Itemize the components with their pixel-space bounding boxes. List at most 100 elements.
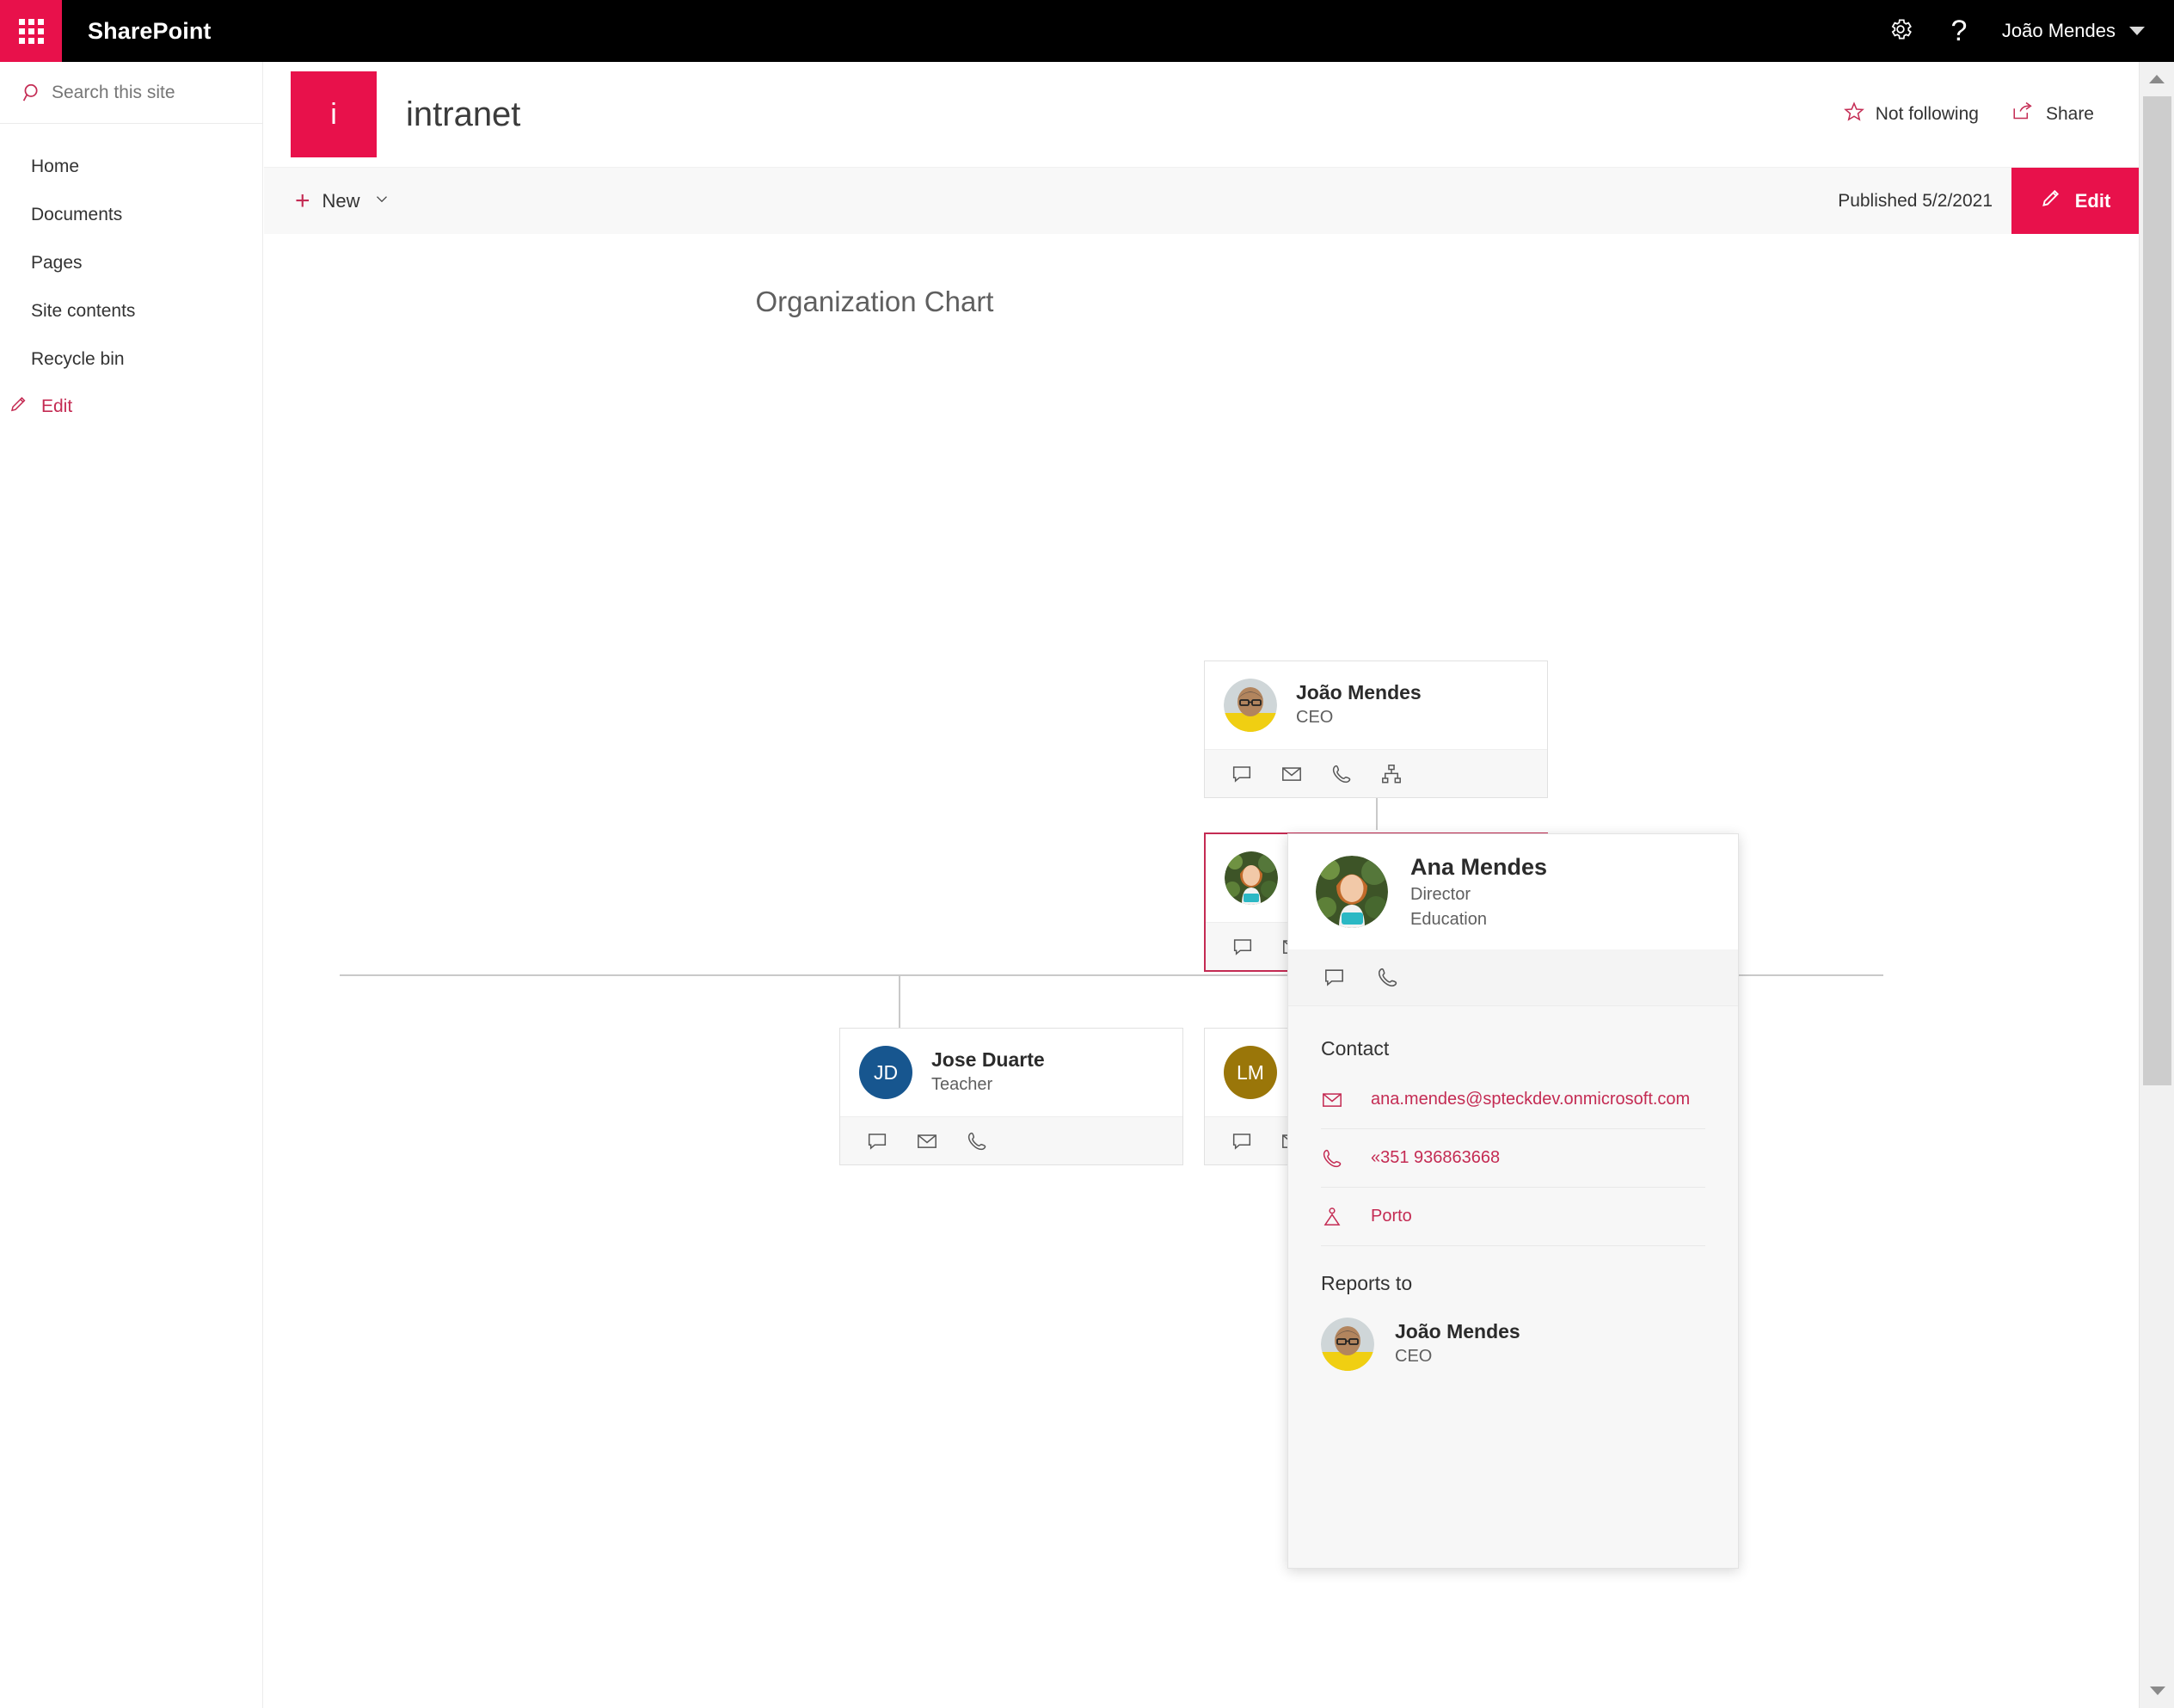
webpart-title: Organization Chart [755,286,994,317]
manager-name: João Mendes [1395,1319,1520,1342]
site-logo[interactable]: i [291,71,377,157]
new-button[interactable]: + New [264,168,414,235]
nav-label: Pages [31,253,83,273]
person-name: Jose Duarte [931,1048,1045,1071]
mail-icon [1321,1089,1350,1111]
site-header: i intranet Not following Share [264,62,2139,167]
nav-label: Recycle bin [31,349,125,369]
not-following-button[interactable]: Not following [1843,101,1979,128]
share-button[interactable]: Share [2011,101,2094,128]
person-role: Teacher [931,1075,993,1095]
scroll-up-button[interactable] [2140,62,2174,96]
phone-icon[interactable] [1360,949,1414,1006]
gear-icon [1888,16,1913,46]
sidebar-item-recycle-bin[interactable]: Recycle bin [0,335,262,384]
org-node-body: João Mendes CEO [1205,661,1547,749]
manager-text: João Mendes CEO [1395,1319,1520,1370]
avatar-initials: JD [873,1060,899,1084]
waffle-icon [18,18,44,44]
orgchart-icon[interactable] [1366,750,1416,798]
avatar [1321,1318,1374,1371]
command-bar: + New Published 5/2/2021 Edit [264,167,2139,235]
page-canvas: Organization Chart João Mendes CEO JD Jo… [264,234,2139,1708]
page-title[interactable]: intranet [406,95,520,134]
sidebar-edit-nav-button[interactable]: Edit [0,384,262,430]
persona-detail-card: Ana Mendes Director Education Contact an [1287,833,1739,1569]
person-role: CEO [1296,708,1334,728]
suite-bar-right: ? João Mendes [1871,0,2174,62]
sharepoint-brand-link[interactable]: SharePoint [88,18,212,45]
user-account-menu[interactable]: João Mendes [1988,0,2155,62]
chevron-up-icon [2149,75,2165,83]
help-button[interactable]: ? [1930,0,1988,62]
new-label: New [322,189,360,212]
chat-icon[interactable] [1307,949,1360,1006]
phone-icon [1321,1147,1350,1170]
contact-phone-row[interactable]: «351 936863668 [1321,1129,1705,1188]
vertical-scrollbar[interactable] [2139,62,2174,1708]
photo-joao [1321,1318,1374,1371]
chat-icon[interactable] [1217,1117,1267,1165]
sidebar-item-pages[interactable]: Pages [0,239,262,287]
persona-role: Director [1410,885,1471,905]
contact-location-row[interactable]: Porto [1321,1188,1705,1246]
photo-ana [1316,856,1388,928]
chat-icon[interactable] [852,1117,902,1165]
persona-name: Ana Mendes [1410,853,1548,880]
contact-email-value: ana.mendes@spteckdev.onmicrosoft.com [1371,1090,1691,1109]
reports-to-heading: Reports to [1321,1272,1413,1294]
nav-label: Site contents [31,301,136,321]
not-following-label: Not following [1875,104,1979,124]
avatar: JD [859,1046,912,1099]
contact-heading: Contact [1321,1037,1390,1060]
site-logo-letter: i [330,97,337,131]
search-input[interactable]: Search this site [0,62,262,124]
org-node-text: João Mendes CEO [1296,680,1422,731]
edit-nav-label: Edit [41,396,73,416]
person-name: João Mendes [1296,680,1422,703]
sidebar-item-home[interactable]: Home [0,143,262,191]
contact-email-row[interactable]: ana.mendes@spteckdev.onmicrosoft.com [1321,1071,1705,1129]
suite-bar: SharePoint ? João Mendes [0,0,2174,62]
org-node-card[interactable]: João Mendes CEO [1204,660,1548,798]
nav-label: Documents [31,205,123,224]
mail-icon[interactable] [902,1117,952,1165]
avatar [1316,856,1388,928]
share-icon [2011,101,2036,128]
question-mark-icon: ? [1950,15,1968,47]
scrollbar-thumb[interactable] [2143,96,2171,1085]
mail-icon[interactable] [1267,750,1317,798]
published-status: Published 5/2/2021 [1838,190,1993,211]
persona-header-text: Ana Mendes Director Education [1410,851,1547,932]
nav-item-list: Home Documents Pages Site contents Recyc… [0,124,262,430]
location-icon [1321,1206,1350,1228]
persona-action-bar [1288,949,1738,1006]
org-node-actions [840,1116,1182,1164]
org-node-text: Jose Duarte Teacher [931,1048,1045,1098]
org-node-card[interactable]: JD Jose Duarte Teacher [839,1028,1183,1165]
avatar [1225,851,1278,905]
org-node-actions [1205,749,1547,797]
command-bar-right: Published 5/2/2021 Edit [1838,167,2139,235]
avatar: LM [1224,1046,1277,1099]
photo-ana [1225,851,1278,905]
scroll-down-button[interactable] [2140,1674,2174,1708]
app-launcher-button[interactable] [0,0,62,62]
chat-icon[interactable] [1217,750,1267,798]
photo-joao [1224,679,1277,732]
chat-icon[interactable] [1218,923,1268,971]
site-header-actions: Not following Share [1843,101,2113,128]
org-node-body: JD Jose Duarte Teacher [840,1029,1182,1116]
search-icon [14,82,52,104]
contact-location-value: Porto [1371,1207,1412,1226]
phone-icon[interactable] [952,1117,1002,1165]
nav-label: Home [31,157,80,176]
sidebar-item-site-contents[interactable]: Site contents [0,287,262,335]
sidebar-item-documents[interactable]: Documents [0,191,262,239]
settings-button[interactable] [1871,0,1930,62]
star-icon [1843,101,1865,128]
pencil-icon [2040,187,2063,215]
manager-row[interactable]: João Mendes CEO [1288,1295,1738,1371]
edit-page-button[interactable]: Edit [2011,167,2139,235]
phone-icon[interactable] [1317,750,1366,798]
